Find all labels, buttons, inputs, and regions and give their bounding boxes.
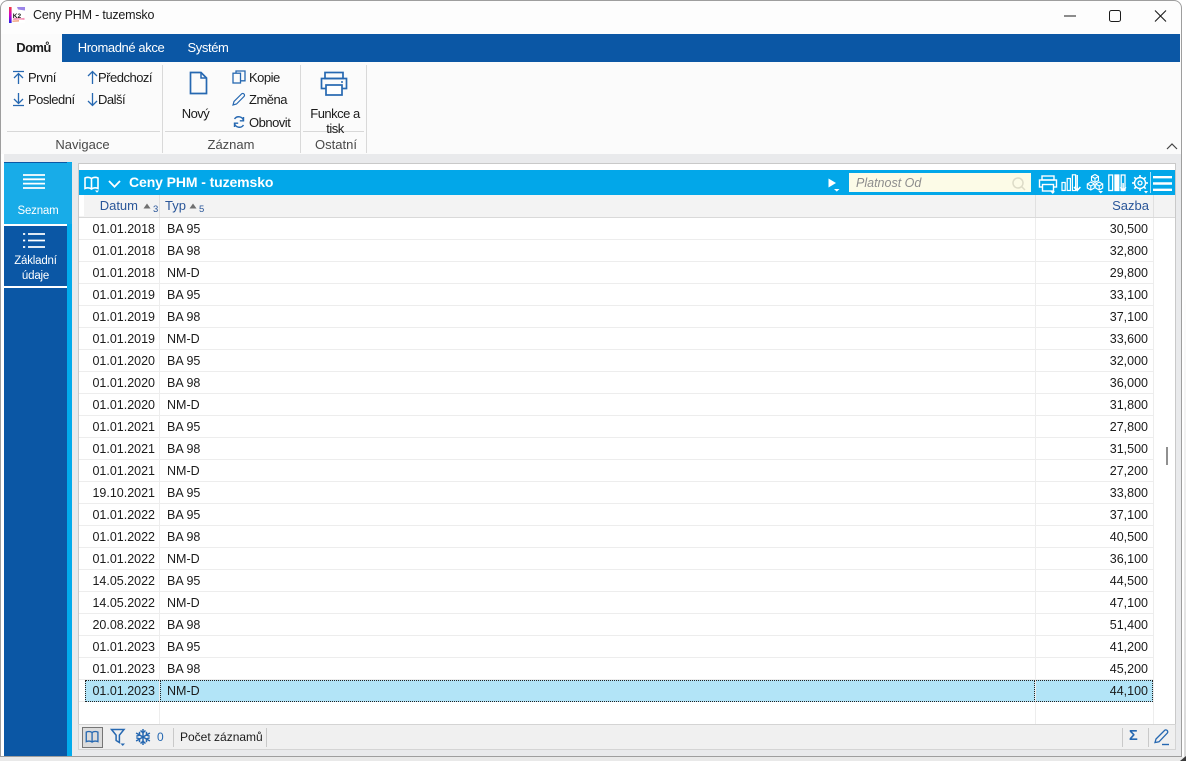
svg-text:K2: K2 (13, 13, 22, 20)
